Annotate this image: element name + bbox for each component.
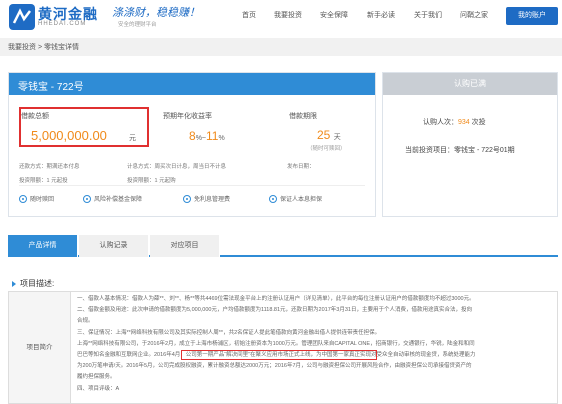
rate-unit: %	[218, 135, 225, 142]
feature-risk-fund: 风险补偿基金保障	[83, 194, 143, 204]
loan-amount-unit: 元	[129, 135, 136, 142]
description-line: 上海**网络科技有限公司，于2016年2月，成立于上海市杨浦区，初始注册资本为1…	[77, 341, 475, 347]
feature-guarantee: 保证人本息担保	[269, 194, 323, 204]
product-title: 零钱宝 - 722号	[18, 82, 84, 93]
rate-min: 8	[189, 129, 196, 143]
current-project: 当前投资项目：零钱宝 - 722号01期	[405, 147, 515, 154]
logo-icon[interactable]	[8, 3, 36, 31]
tab-related-project[interactable]: 对应项目	[150, 235, 220, 257]
highlight-box	[181, 350, 377, 360]
description-line: 四、项目评级：A	[77, 386, 120, 392]
term-value: 25 天	[317, 128, 341, 142]
nav-invest[interactable]: 我要投资	[274, 10, 302, 20]
description-title: 项目描述:	[12, 278, 54, 289]
site-header: 黄河金融 HHEDAI.COM 涤涤财，稳稳赚！ 安全的理财平台 首页 我要投资…	[0, 0, 562, 34]
description-line: 履约担保服务。	[77, 374, 116, 380]
detail-tabs: 产品详情 认购记录 对应项目	[8, 235, 558, 257]
shield-icon	[83, 195, 91, 204]
feature-no-fee: 免利息管理费	[183, 194, 231, 204]
logo-domain: HHEDAI.COM	[38, 21, 87, 27]
fee-icon	[183, 195, 191, 204]
product-card: 零钱宝 - 722号 5,000,000.00 元 借款总额 预期年化收益率 8…	[8, 72, 376, 217]
slogan-sub: 安全的理财平台	[118, 22, 157, 28]
interest-method: 计息方式：周买次日计息，周当日不计息	[127, 164, 227, 170]
description-line: 二、借款金额及用途：此次申请的借款额度为5,000,000元，户均借款额度为11…	[77, 307, 472, 313]
nav-about[interactable]: 关于我们	[414, 10, 442, 20]
description-table: 项目简介 一、借款人基本情况：借款人为薛**、刘**、杨**等共4469位需法现…	[8, 291, 558, 404]
subscription-status: 认购已满	[383, 73, 557, 95]
bullet-icon	[12, 280, 16, 287]
card-divider	[19, 185, 365, 186]
buyers-suffix: 次投	[469, 119, 486, 126]
description-line: 合规。	[77, 318, 94, 324]
breadcrumb[interactable]: 我要投资 > 零钱宝详情	[8, 42, 79, 52]
rate-max: 11	[206, 129, 219, 143]
description-label: 项目简介	[9, 292, 71, 403]
tab-subscription-records[interactable]: 认购记录	[79, 235, 149, 257]
feature-label: 免利息管理费	[194, 197, 231, 203]
rate-separator: %~	[195, 135, 206, 142]
feature-label: 随时赎回	[30, 197, 55, 203]
term-unit: 天	[333, 134, 341, 141]
rate-value: 8%~11%	[189, 129, 225, 143]
breadcrumb-bar: 我要投资 > 零钱宝详情	[0, 38, 562, 56]
loan-amount: 5,000,000.00	[31, 128, 107, 143]
redeem-icon	[19, 195, 27, 204]
buyers-label: 认购人次：	[423, 119, 458, 126]
return-method: 还款方式：期满还本付息	[19, 164, 80, 170]
nav-newbie[interactable]: 新手必读	[367, 10, 395, 20]
term-number: 25	[317, 128, 331, 142]
feature-redeem: 随时赎回	[19, 194, 55, 204]
product-title-bar: 零钱宝 - 722号	[9, 73, 375, 95]
buyers-count-line: 认购人次：934 次投	[423, 117, 486, 127]
description-line: 三、保证情况：上海**网络科技有限公司及其实际控制人周**，共2名保证人提此笔借…	[77, 330, 381, 336]
invest-limit: 投资限额：1 元起购	[127, 178, 176, 184]
rate-label: 预期年化收益率	[163, 113, 212, 120]
term-label: 借款期限	[289, 113, 317, 120]
min-invest: 投资限额：1 元起投	[19, 178, 68, 184]
buyers-count: 934	[458, 119, 470, 126]
my-account-button[interactable]: 我的账户	[506, 7, 558, 25]
description-line: 一、借款人基本情况：借款人为薛**、刘**、杨**等共4469位需法现金平台上的…	[77, 296, 475, 302]
description-heading: 项目描述:	[20, 279, 55, 288]
tab-product-detail[interactable]: 产品详情	[8, 235, 78, 257]
publish-time: 发布日期：	[287, 164, 315, 170]
loan-amount-label: 借款总额	[21, 113, 49, 120]
feature-label: 风险补偿基金保障	[94, 197, 143, 203]
subscription-panel: 认购已满 认购人次：934 次投 当前投资项目：零钱宝 - 722号01期	[382, 72, 558, 217]
nav-home[interactable]: 首页	[242, 10, 256, 20]
feature-label: 保证人本息担保	[280, 197, 323, 203]
slogan: 涤涤财，稳稳赚！	[112, 6, 200, 19]
nav-community[interactable]: 问鞘之家	[460, 10, 488, 20]
term-note: （随时可赎回）	[307, 146, 346, 152]
guarantee-icon	[269, 195, 277, 204]
description-line: 为200万笔申请/天。2016年5月，公司完成股权融资，累计融资总额达2000万…	[77, 363, 472, 369]
nav-security[interactable]: 安全保障	[320, 10, 348, 20]
